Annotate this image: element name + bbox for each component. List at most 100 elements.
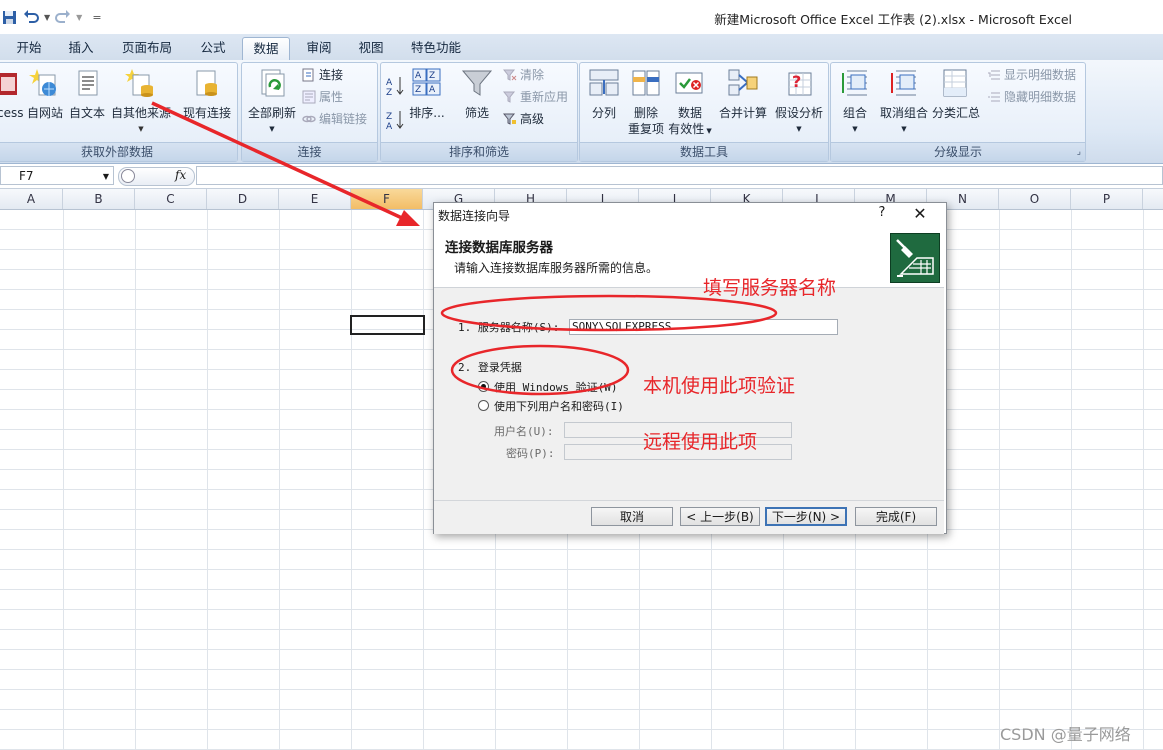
group-button[interactable]: 组合 ▼ <box>835 67 875 137</box>
column-header[interactable]: B <box>63 189 135 209</box>
from-text-button[interactable]: 自文本 <box>67 67 107 121</box>
dialog-launcher-icon[interactable]: ⌟ <box>1077 143 1081 161</box>
ungroup-rows-icon <box>891 70 916 96</box>
filter-funnel-icon <box>461 70 493 96</box>
clear-filter-button[interactable]: 清除 <box>503 66 544 84</box>
server-name-input[interactable]: SONY\SQLEXPRESS <box>569 319 838 335</box>
dialog-subheading: 请输入连接数据库服务器所需的信息。 <box>454 261 659 275</box>
column-header[interactable]: E <box>279 189 351 209</box>
show-detail-button[interactable]: 显示明细数据 <box>987 66 1076 84</box>
server-name-label: 1. 服务器名称(S): <box>458 321 560 334</box>
refresh-icon <box>261 69 285 97</box>
consolidate-button[interactable]: 合并计算 <box>716 67 770 121</box>
svg-text:Z: Z <box>415 85 421 95</box>
text-to-columns-icon <box>589 69 619 96</box>
what-if-analysis-button[interactable]: ? 假设分析 ▼ <box>772 67 826 137</box>
existing-connections-button[interactable]: 现有连接 <box>177 67 237 121</box>
sort-button[interactable]: AZZA 排序... <box>409 67 445 121</box>
clear-filter-icon <box>503 69 517 81</box>
edit-links-button[interactable]: 编辑链接 <box>302 110 367 128</box>
existing-connections-icon <box>196 70 217 96</box>
formula-bar: F7 ▼ fx <box>0 164 1163 189</box>
chevron-down-icon: ▼ <box>796 125 802 133</box>
annotation-remote-note: 远程使用此项 <box>643 431 758 453</box>
windows-auth-label[interactable]: 使用 Windows 验证(W) <box>494 379 617 395</box>
filter-button[interactable]: 筛选 <box>457 67 497 121</box>
tab-formulas[interactable]: 公式 <box>190 37 236 59</box>
chevron-down-icon: ▼ <box>269 125 275 133</box>
insert-function-button[interactable]: fx <box>175 168 186 182</box>
dialog-heading: 连接数据库服务器 <box>445 240 553 256</box>
reapply-button[interactable]: 重新应用 <box>503 88 568 106</box>
help-button[interactable]: ? <box>872 205 892 220</box>
group-label-data-tools: 数据工具 <box>580 142 828 161</box>
tab-insert[interactable]: 插入 <box>58 37 104 59</box>
properties-icon <box>302 90 316 104</box>
tab-review[interactable]: 审阅 <box>296 37 342 59</box>
ungroup-button[interactable]: 取消组合 ▼ <box>877 67 931 137</box>
chevron-down-icon[interactable]: ▼ <box>103 167 109 186</box>
subtotal-button[interactable]: 分类汇总 <box>931 67 981 121</box>
column-header[interactable]: A <box>0 189 63 209</box>
refresh-all-button[interactable]: 全部刷新 ▼ <box>246 67 298 137</box>
text-to-columns-button[interactable]: 分列 <box>584 67 624 121</box>
remove-duplicates-icon <box>632 70 660 96</box>
tab-special-features[interactable]: 特色功能 <box>402 37 470 59</box>
from-access-button[interactable]: cess <box>0 67 23 121</box>
selected-cell[interactable] <box>350 315 425 335</box>
login-credentials-label: 2. 登录凭据 <box>458 361 522 374</box>
formula-input[interactable] <box>196 166 1163 185</box>
svg-text:Z: Z <box>429 71 435 81</box>
tab-data[interactable]: 数据 <box>242 37 290 60</box>
column-header[interactable]: C <box>135 189 207 209</box>
advanced-filter-icon <box>503 113 516 125</box>
svg-text:A: A <box>386 78 393 88</box>
column-header[interactable]: D <box>207 189 279 209</box>
ribbon: cess 自网站 自文本 自其他来源 ▼ 现有连接 获取外部数据 全部刷新 ▼ <box>0 60 1163 164</box>
next-button[interactable]: 下一步(N) > <box>765 507 847 526</box>
tab-view[interactable]: 视图 <box>348 37 394 59</box>
windows-auth-radio[interactable] <box>478 381 489 392</box>
show-detail-icon <box>988 70 1000 80</box>
annotation-local-note: 本机使用此项验证 <box>643 375 796 397</box>
remove-duplicates-button[interactable]: 删除 重复项 <box>626 67 666 137</box>
column-header-selected[interactable]: F <box>351 189 423 209</box>
text-file-icon <box>78 70 98 96</box>
advanced-filter-button[interactable]: 高级 <box>503 110 544 128</box>
group-outline: 组合 ▼ 取消组合 ▼ 分类汇总 显示明细数据 隐藏明细数据 分级显示 ⌟ <box>830 62 1086 162</box>
database-server-icon <box>890 233 940 283</box>
sort-ascending-button[interactable]: AZ <box>385 75 405 97</box>
chevron-down-icon: ▼ <box>138 125 144 133</box>
ribbon-tabs: 开始 插入 页面布局 公式 数据 审阅 视图 特色功能 <box>0 34 1163 61</box>
connections-button[interactable]: 连接 <box>302 66 343 84</box>
hide-detail-button[interactable]: 隐藏明细数据 <box>987 88 1076 106</box>
sort-za-icon: ZA <box>386 111 404 131</box>
from-web-button[interactable]: 自网站 <box>25 67 65 121</box>
properties-button[interactable]: 属性 <box>302 88 343 106</box>
finish-button[interactable]: 完成(F) <box>855 507 937 526</box>
expand-handle-icon[interactable] <box>121 169 135 183</box>
from-other-sources-button[interactable]: 自其他来源 ▼ <box>109 67 173 137</box>
name-box[interactable]: F7 ▼ <box>0 166 114 185</box>
close-button[interactable]: ✕ <box>908 204 932 223</box>
sql-auth-radio[interactable] <box>478 400 489 411</box>
annotation-server-note: 填写服务器名称 <box>703 277 837 299</box>
svg-text:A: A <box>386 122 393 131</box>
cancel-button[interactable]: 取消 <box>591 507 673 526</box>
data-validation-icon <box>675 72 703 94</box>
sort-descending-button[interactable]: ZA <box>385 109 405 131</box>
column-header[interactable]: O <box>999 189 1071 209</box>
chevron-down-icon: ▼ <box>901 125 907 133</box>
sql-auth-label[interactable]: 使用下列用户名和密码(I) <box>494 398 624 414</box>
dialog-title: 数据连接向导 <box>438 209 511 223</box>
hide-detail-icon <box>988 92 1000 102</box>
tab-home[interactable]: 开始 <box>6 37 52 59</box>
password-label: 密码(P): <box>506 447 555 460</box>
tab-page-layout[interactable]: 页面布局 <box>113 37 181 59</box>
column-header[interactable]: P <box>1071 189 1143 209</box>
data-validation-button[interactable]: 数据 有效性 ▼ <box>668 67 712 139</box>
back-button[interactable]: < 上一步(B) <box>680 507 760 526</box>
subtotal-icon <box>943 69 967 97</box>
window-title: 新建Microsoft Office Excel 工作表 (2).xlsx - … <box>714 12 1072 27</box>
watermark: CSDN @量子网络 <box>1000 725 1131 744</box>
